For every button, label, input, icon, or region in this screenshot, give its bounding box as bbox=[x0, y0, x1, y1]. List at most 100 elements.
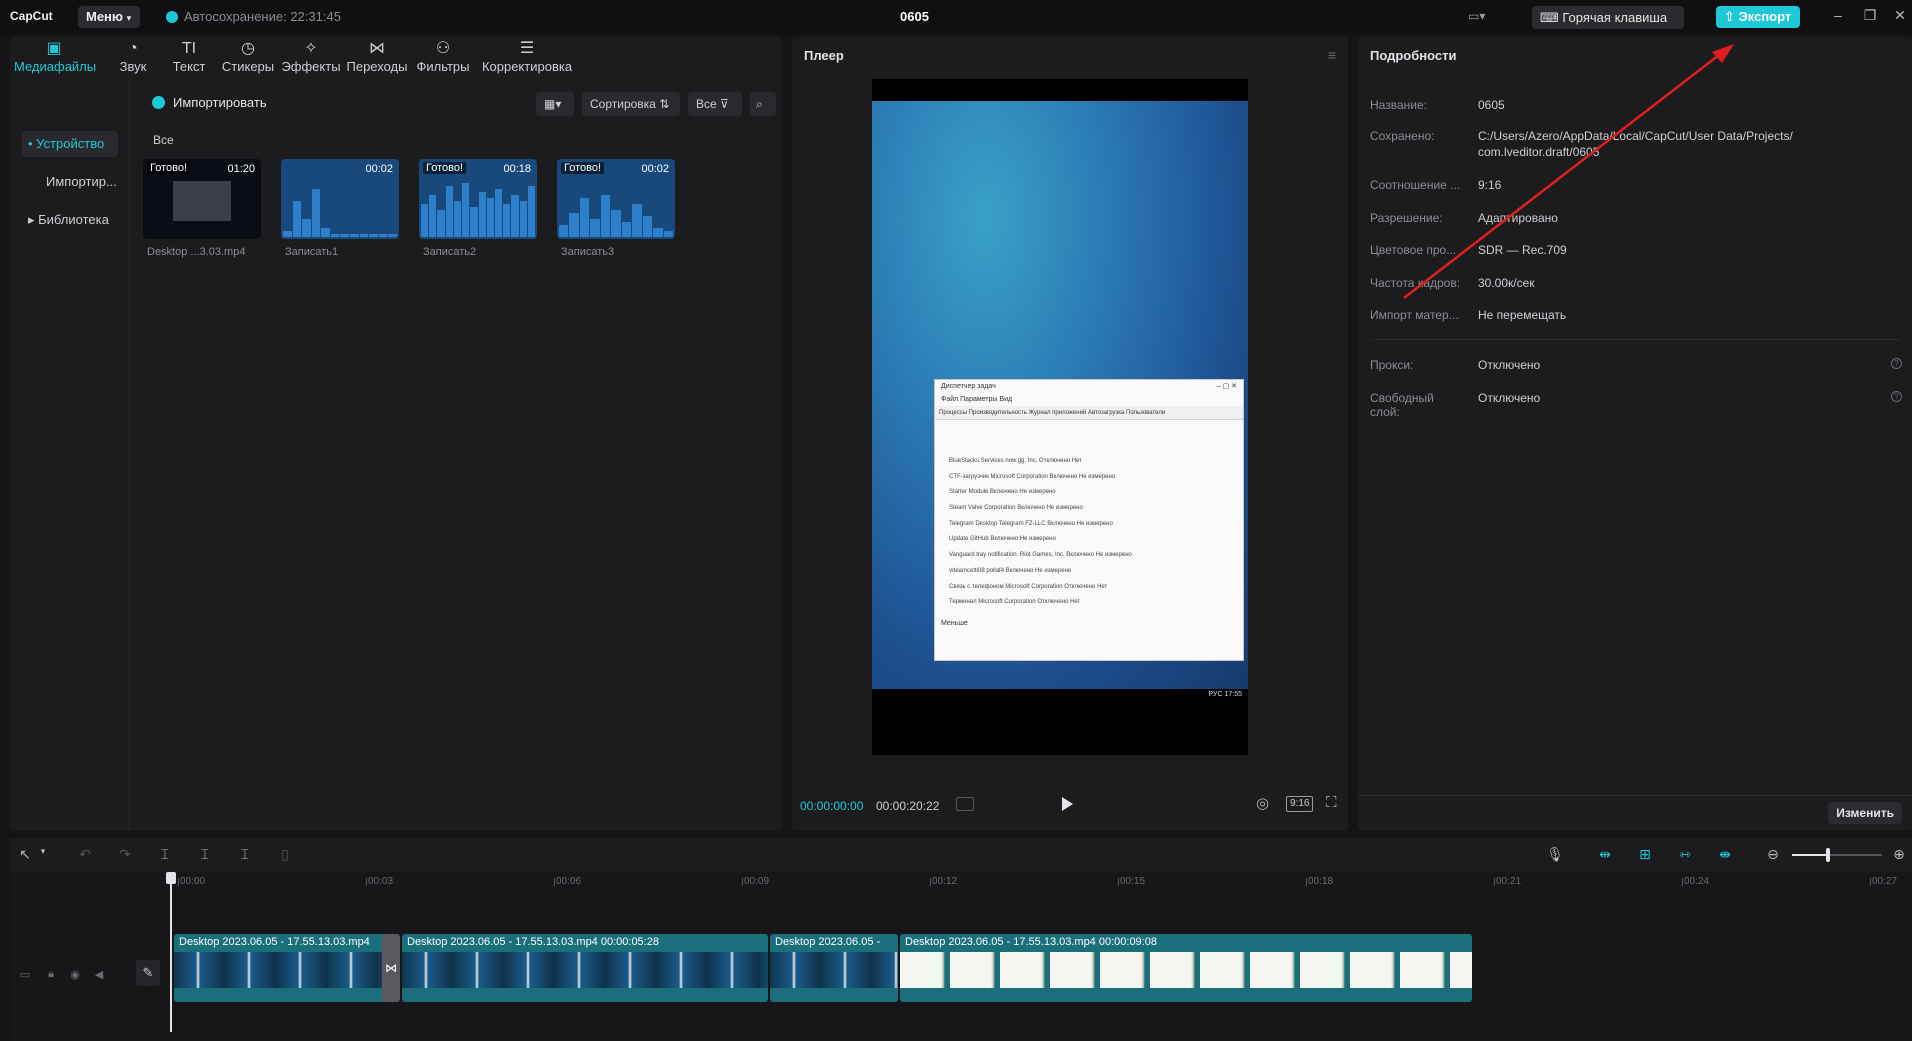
filter-label: Все bbox=[696, 97, 717, 111]
ruler-tick: 00:27 bbox=[1869, 876, 1898, 887]
tab-filters[interactable]: ⚇ Фильтры bbox=[414, 39, 472, 74]
clip-frames bbox=[900, 952, 1472, 988]
select-tool-icon[interactable]: ↖ bbox=[16, 846, 34, 863]
media-clip[interactable]: Готово! 00:18 Записать2 bbox=[419, 159, 537, 258]
minimize-icon[interactable]: – bbox=[1828, 7, 1848, 23]
zoom-slider[interactable] bbox=[1792, 848, 1882, 862]
hotkey-button[interactable]: ⌨ Горячая клавиша bbox=[1532, 6, 1684, 29]
timeline-clip[interactable]: Desktop 2023.06.05 - bbox=[770, 934, 898, 1002]
tm-row: Starter Module Включено Не измерено bbox=[949, 489, 1056, 496]
layout-icon[interactable]: ▭▾ bbox=[1468, 9, 1498, 25]
speaker-icon[interactable]: ◀ bbox=[92, 968, 106, 981]
undo-icon[interactable]: ↶ bbox=[76, 846, 94, 863]
zoom-knob[interactable] bbox=[1826, 848, 1830, 862]
cover-icon[interactable]: ▭ bbox=[18, 968, 32, 981]
eye-icon[interactable]: ◉ bbox=[68, 968, 82, 981]
clip-name: Desktop ...3.03.mp4 bbox=[147, 246, 246, 258]
clip-label: Desktop 2023.06.05 - bbox=[775, 936, 881, 948]
microphone-icon[interactable]: 🎙 bbox=[1546, 846, 1564, 863]
restore-icon[interactable]: ❐ bbox=[1860, 7, 1880, 24]
details-title: Подробности bbox=[1370, 48, 1457, 63]
tab-transitions[interactable]: ⋈ Переходы bbox=[344, 39, 410, 74]
import-label: Импортировать bbox=[173, 95, 267, 110]
split-icon[interactable]: ⌶ bbox=[156, 846, 174, 863]
sidebar-item-library[interactable]: ▸ Библиотека bbox=[22, 207, 118, 233]
pencil-icon[interactable]: ✎ bbox=[136, 960, 160, 986]
sidebar-item-device[interactable]: • Устройство bbox=[22, 131, 118, 157]
tab-stickers[interactable]: ◷ Стикеры bbox=[218, 39, 278, 74]
tab-adjust[interactable]: ☰ Корректировка bbox=[476, 39, 578, 74]
fullscreen-icon[interactable]: ⛶ bbox=[1326, 794, 1337, 811]
edit-button[interactable]: Изменить bbox=[1828, 802, 1902, 824]
ready-badge: Готово! bbox=[561, 162, 605, 174]
media-clip[interactable]: Готово! 00:02 Записать3 bbox=[557, 159, 675, 258]
clip-duration: 01:20 bbox=[227, 163, 255, 175]
screenshot-icon[interactable]: ◎ bbox=[1256, 794, 1269, 812]
ruler-tick: 00:09 bbox=[741, 876, 770, 887]
tab-effects[interactable]: ✧ Эффекты bbox=[280, 39, 342, 74]
filter-icon: ⊽ bbox=[720, 97, 729, 111]
import-button[interactable]: Импортировать bbox=[152, 95, 267, 110]
transition-marker[interactable]: ⋈ bbox=[382, 934, 400, 1002]
auto-snap-icon[interactable]: ⊞ bbox=[1634, 846, 1656, 863]
current-time: 00:00:00:00 bbox=[800, 799, 864, 813]
menu-button[interactable]: Меню ▾ bbox=[78, 6, 140, 28]
transitions-icon: ⋈ bbox=[369, 40, 385, 57]
title-bar: CapCut Меню ▾ Автосохранение: 22:31:45 0… bbox=[0, 0, 1912, 34]
close-icon[interactable]: ✕ bbox=[1890, 7, 1910, 24]
sort-button[interactable]: Сортировка ⇅ bbox=[582, 92, 680, 116]
tm-window-controls: – ▢ ✕ bbox=[1216, 383, 1237, 390]
timeline-clip[interactable]: Desktop 2023.06.05 - 17.55.13.03.mp4 bbox=[174, 934, 392, 1002]
ruler-tick: 00:06 bbox=[553, 876, 582, 887]
redo-icon[interactable]: ↷ bbox=[116, 846, 134, 863]
linkage-icon[interactable]: ⇿ bbox=[1674, 846, 1696, 863]
all-media-label: Все bbox=[153, 133, 174, 147]
audio-waveform bbox=[559, 177, 673, 237]
search-button[interactable]: ⌕ bbox=[750, 92, 776, 116]
details-footer-divider bbox=[1358, 795, 1912, 796]
media-clip[interactable]: Готово! 01:20 Desktop ...3.03.mp4 bbox=[143, 159, 261, 258]
sidebar-item-imported[interactable]: Импортир... bbox=[22, 169, 118, 195]
aspect-ratio-button[interactable]: 9:16 bbox=[1286, 796, 1314, 812]
ruler-tick: 00:24 bbox=[1681, 876, 1710, 887]
detail-label: Соотношение ... bbox=[1370, 178, 1461, 192]
video-preview[interactable]: Диспетчер задач – ▢ ✕ Файл Параметры Вид … bbox=[872, 79, 1248, 755]
trim-right-icon[interactable]: ⌶ bbox=[236, 846, 254, 863]
details-panel: Подробности Название: 0605 Сохранено: C:… bbox=[1358, 37, 1912, 831]
timeline-clip[interactable]: Desktop 2023.06.05 - 17.55.13.03.mp4 00:… bbox=[402, 934, 768, 1002]
detail-value: Не перемещать bbox=[1478, 308, 1567, 322]
lock-icon[interactable]: 🔒︎ bbox=[44, 968, 58, 981]
trim-left-icon[interactable]: ⌶ bbox=[196, 846, 214, 863]
tab-audio[interactable]: ◔ Звук bbox=[110, 39, 156, 74]
export-button[interactable]: ⇧ Экспорт bbox=[1716, 6, 1800, 28]
help-icon[interactable]: ? bbox=[1891, 391, 1902, 402]
help-icon[interactable]: ? bbox=[1891, 358, 1902, 369]
timeline[interactable]: 00:00 00:03 00:06 00:09 00:12 00:15 00:1… bbox=[10, 872, 1912, 1041]
grid-view-icon[interactable] bbox=[956, 797, 974, 811]
zoom-in-icon[interactable]: ⊕ bbox=[1890, 846, 1908, 863]
delete-icon[interactable]: ▯ bbox=[276, 846, 294, 863]
tab-audio-label: Звук bbox=[119, 59, 147, 74]
chevron-down-icon[interactable]: ▾ bbox=[34, 846, 52, 857]
filter-button[interactable]: Все ⊽ bbox=[688, 92, 742, 116]
view-mode-button[interactable]: ▦▾ bbox=[536, 92, 574, 116]
media-panel: ▣ Медиафайлы ◔ Звук TI Текст ◷ Стикеры ✧ Эффе… bbox=[10, 37, 782, 831]
zoom-out-icon[interactable]: ⊖ bbox=[1764, 846, 1782, 863]
timeline-clip[interactable]: Desktop 2023.06.05 - 17.55.13.03.mp4 00:… bbox=[900, 934, 1472, 1002]
tab-media[interactable]: ▣ Медиафайлы bbox=[14, 39, 96, 74]
time-ruler: 00:00 00:03 00:06 00:09 00:12 00:15 00:1… bbox=[10, 872, 1912, 892]
play-button[interactable] bbox=[1058, 795, 1076, 813]
player-menu-icon[interactable]: ≡ bbox=[1328, 47, 1336, 63]
preview-axis-icon[interactable]: ⇼ bbox=[1714, 846, 1736, 863]
player-title: Плеер bbox=[804, 48, 844, 63]
playhead[interactable] bbox=[166, 872, 176, 1032]
clip-thumbnail: Готово! 00:02 bbox=[557, 159, 675, 239]
main-track-magnet-icon[interactable]: ⇹ bbox=[1594, 846, 1616, 863]
media-clip[interactable]: 00:02 Записать1 bbox=[281, 159, 399, 258]
free-layer-label: Свободный слой: bbox=[1370, 391, 1434, 419]
details-divider bbox=[1370, 339, 1900, 340]
tab-text[interactable]: TI Текст bbox=[164, 39, 214, 74]
filters-icon: ⚇ bbox=[435, 40, 451, 57]
detail-value: 9:16 bbox=[1478, 178, 1502, 192]
media-sidebar: • Устройство Импортир... ▸ Библиотека bbox=[10, 79, 130, 831]
